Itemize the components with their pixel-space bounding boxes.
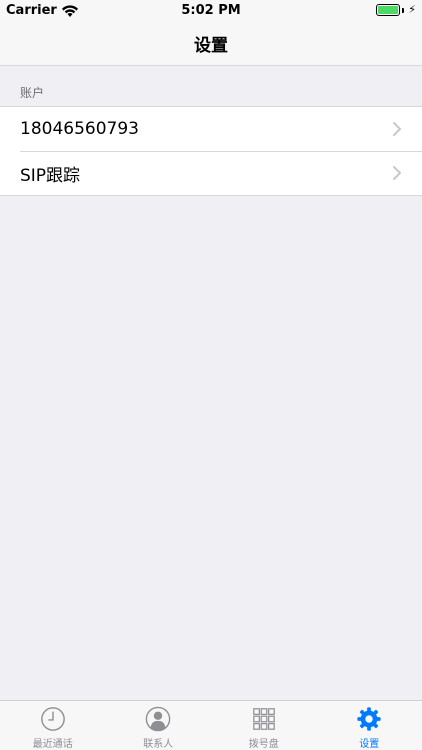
tab-label: 最近通话 <box>32 739 73 750</box>
account-number-label: 18046560793 <box>20 119 139 139</box>
tab-contacts[interactable]: 联系人 <box>106 701 212 750</box>
account-table: 18046560793 SIP跟踪 <box>0 106 422 196</box>
tab-recent-calls[interactable]: 最近通话 <box>0 701 106 750</box>
battery-fill <box>378 6 399 14</box>
navigation-bar: 设置 <box>0 22 422 66</box>
keypad-icon <box>252 708 275 730</box>
status-time: 5:02 PM <box>181 3 241 18</box>
chevron-right-icon <box>393 122 401 136</box>
page-title: 设置 <box>194 36 228 56</box>
tab-bar: 最近通话 联系人 拨号盘 设置 <box>0 700 422 750</box>
tab-label: 设置 <box>359 739 380 750</box>
clock-icon <box>40 707 65 731</box>
sip-trace-cell[interactable]: SIP跟踪 <box>0 151 422 195</box>
battery-icon <box>376 4 401 16</box>
gear-icon <box>357 707 381 731</box>
tab-label: 联系人 <box>143 739 174 750</box>
account-number-cell[interactable]: 18046560793 <box>0 107 422 151</box>
tab-settings[interactable]: 设置 <box>317 701 422 750</box>
status-bar: Carrier 5:02 PM ⚡︎ <box>0 0 422 22</box>
charging-bolt-icon: ⚡︎ <box>408 3 416 16</box>
battery-indicator: ⚡︎ <box>376 4 416 16</box>
contact-icon <box>145 706 171 732</box>
chevron-right-icon <box>393 166 401 180</box>
sip-trace-label: SIP跟踪 <box>20 165 81 186</box>
battery-nub <box>402 7 405 13</box>
tab-label: 拨号盘 <box>248 739 279 750</box>
account-section-header: 账户 <box>20 86 45 100</box>
tab-keypad[interactable]: 拨号盘 <box>211 701 317 750</box>
